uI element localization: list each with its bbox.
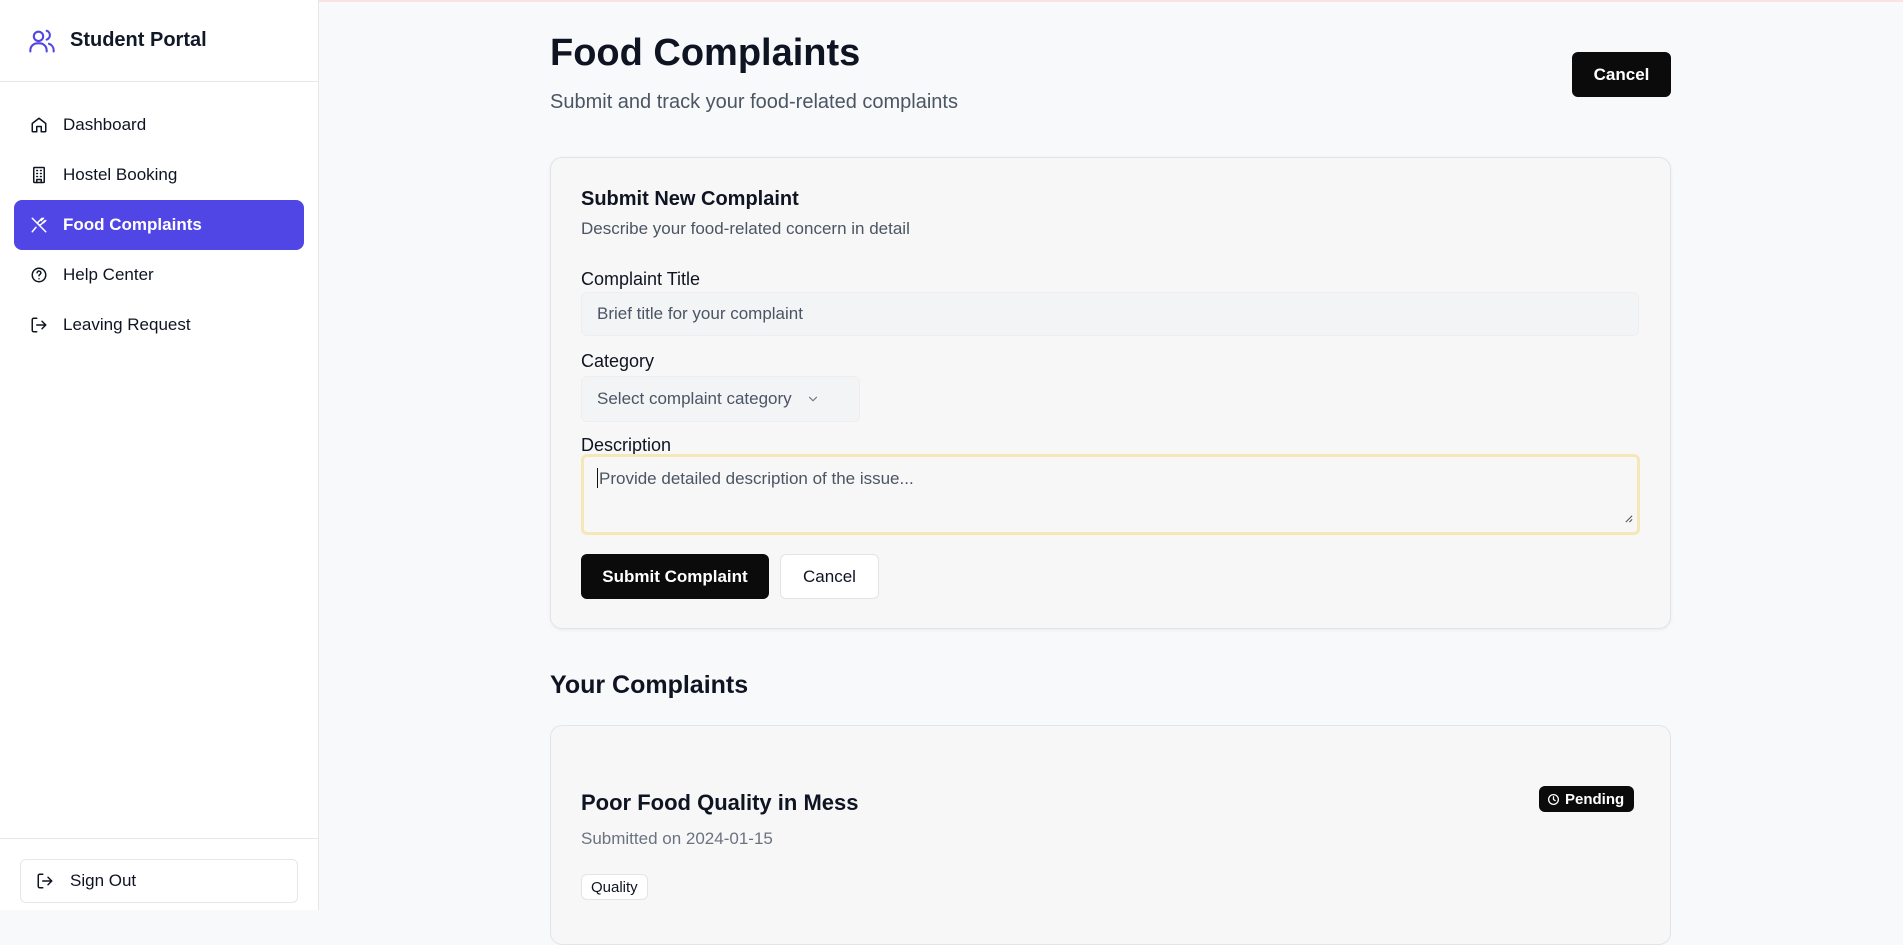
form-title: Submit New Complaint — [581, 188, 799, 210]
sidebar-item-leaving-request[interactable]: Leaving Request — [14, 300, 304, 350]
log-out-icon — [29, 315, 49, 335]
sidebar-footer: Sign Out — [0, 838, 318, 910]
sign-out-button[interactable]: Sign Out — [20, 859, 298, 903]
brand: Student Portal — [0, 0, 318, 82]
sidebar-item-label: Food Complaints — [63, 215, 202, 234]
resize-handle-icon[interactable] — [1624, 508, 1633, 528]
log-out-icon — [36, 871, 56, 891]
help-circle-icon — [29, 265, 49, 285]
sidebar-item-hostel-booking[interactable]: Hostel Booking — [14, 150, 304, 200]
category-label: Category — [581, 351, 655, 371]
category-select[interactable]: Select complaint category — [581, 376, 860, 422]
sidebar-item-label: Help Center — [63, 265, 154, 284]
page-subtitle: Submit and track your food-related compl… — [550, 91, 958, 113]
building-icon — [29, 165, 49, 185]
complaint-title-label: Complaint Title — [581, 269, 701, 289]
form-cancel-button[interactable]: Cancel — [780, 554, 879, 599]
form-description: Describe your food-related concern in de… — [581, 219, 910, 238]
complaint-title-input[interactable]: Brief title for your complaint — [581, 292, 1639, 336]
sidebar-nav: Dashboard Hostel Booking Food Complaints… — [0, 82, 318, 368]
new-complaint-card: Submit New Complaint Describe your food-… — [550, 157, 1671, 629]
description-placeholder: Provide detailed description of the issu… — [599, 469, 914, 488]
sign-out-label: Sign Out — [70, 871, 137, 890]
description-textarea[interactable]: Provide detailed description of the issu… — [581, 454, 1640, 535]
sidebar-item-label: Dashboard — [63, 115, 147, 134]
sidebar: Student Portal Dashboard Hostel Booking … — [0, 0, 319, 910]
complaint-title-placeholder: Brief title for your complaint — [597, 304, 803, 323]
clock-icon — [1547, 793, 1560, 806]
category-placeholder: Select complaint category — [597, 389, 792, 408]
sidebar-item-label: Hostel Booking — [63, 165, 178, 184]
sidebar-item-food-complaints[interactable]: Food Complaints — [14, 200, 304, 250]
sidebar-item-dashboard[interactable]: Dashboard — [14, 100, 304, 150]
page-title: Food Complaints — [550, 32, 861, 74]
chevron-down-icon — [806, 392, 820, 406]
app-title: Student Portal — [70, 29, 207, 51]
text-caret — [597, 468, 598, 488]
users-icon — [28, 26, 58, 56]
header-cancel-button[interactable]: Cancel — [1572, 52, 1671, 97]
utensils-icon — [29, 215, 49, 235]
sidebar-item-help-center[interactable]: Help Center — [14, 250, 304, 300]
home-icon — [29, 115, 49, 135]
submit-complaint-button[interactable]: Submit Complaint — [581, 554, 769, 599]
complaint-date: Submitted on 2024-01-15 — [581, 829, 773, 848]
sidebar-item-label: Leaving Request — [63, 315, 191, 334]
description-label: Description — [581, 435, 672, 455]
category-tag: Quality — [581, 874, 648, 900]
complaint-card: Poor Food Quality in Mess Submitted on 2… — [550, 725, 1671, 945]
complaint-title: Poor Food Quality in Mess — [581, 790, 859, 815]
status-badge: Pending — [1539, 786, 1635, 812]
complaints-section-title: Your Complaints — [550, 671, 749, 699]
status-label: Pending — [1565, 790, 1625, 808]
